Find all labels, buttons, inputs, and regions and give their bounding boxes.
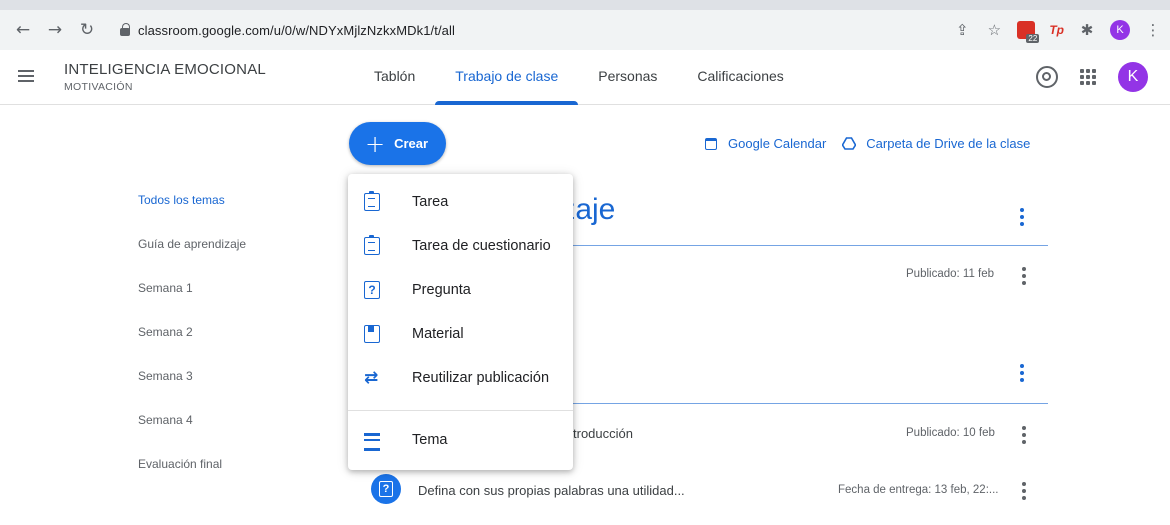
tp-extension-icon[interactable]: Tp xyxy=(1049,23,1064,37)
item-1-more-icon[interactable] xyxy=(1022,267,1026,285)
menu-item-pregunta[interactable]: ? Pregunta xyxy=(348,268,573,312)
omnibox[interactable]: classroom.google.com/u/0/w/NDYxMjlzNzkxM… xyxy=(112,15,1012,45)
menu-divider xyxy=(348,410,573,411)
menu-item-label: Pregunta xyxy=(412,282,471,298)
item-3-due: Fecha de entrega: 13 feb, 22:... xyxy=(838,484,999,496)
topic-evaluacion-final[interactable]: Evaluación final xyxy=(138,457,246,501)
menu-item-tema[interactable]: Tema xyxy=(348,418,573,462)
extension-badge: 22 xyxy=(1026,34,1040,43)
hamburger-menu-icon[interactable] xyxy=(18,70,34,82)
tab-personas[interactable]: Personas xyxy=(578,50,677,105)
topic-semana-4[interactable]: Semana 4 xyxy=(138,413,246,457)
item-2-date: Publicado: 10 feb xyxy=(906,427,995,439)
question-icon: ? xyxy=(364,281,380,299)
header-actions: K xyxy=(1036,62,1148,92)
back-icon[interactable]: ← xyxy=(10,17,36,43)
menu-item-label: Tarea de cuestionario xyxy=(412,238,551,254)
reload-icon[interactable]: ↻ xyxy=(74,17,100,43)
browser-toolbar-right: ⇪ ☆ 22 Tp ✱ K ⋮ xyxy=(953,10,1170,50)
menu-item-label: Tema xyxy=(412,432,448,448)
topic-guia[interactable]: Guía de aprendizaje xyxy=(138,237,246,281)
assignment-icon xyxy=(364,191,380,211)
browser-menu-icon[interactable]: ⋮ xyxy=(1144,21,1162,39)
bookmark-star-icon[interactable]: ☆ xyxy=(985,21,1003,39)
create-menu: Tarea Tarea de cuestionario ? Pregunta M… xyxy=(348,174,573,470)
item-1-date: Publicado: 11 feb xyxy=(906,268,995,280)
create-button[interactable]: + Crear xyxy=(349,122,446,165)
reuse-icon: ⇄ xyxy=(364,368,379,388)
section-2-more-icon[interactable] xyxy=(1020,364,1024,382)
item-3-more-icon[interactable] xyxy=(1022,482,1026,500)
calendar-icon xyxy=(705,137,717,150)
extensions-puzzle-icon[interactable]: ✱ xyxy=(1078,21,1096,39)
quiz-assignment-icon xyxy=(364,235,380,255)
classroom-header: INTELIGENCIA EMOCIONAL MOTIVACIÓN Tablón… xyxy=(0,50,1170,105)
item-2-more-icon[interactable] xyxy=(1022,426,1026,444)
lock-icon xyxy=(120,23,130,36)
calendar-extension-icon[interactable]: 22 xyxy=(1017,21,1040,43)
topic-all[interactable]: Todos los temas xyxy=(138,193,246,237)
menu-item-label: Reutilizar publicación xyxy=(412,370,550,386)
drive-icon xyxy=(842,137,857,150)
tab-calificaciones[interactable]: Calificaciones xyxy=(677,50,803,105)
tab-trabajo-de-clase[interactable]: Trabajo de clase xyxy=(435,50,579,105)
class-title[interactable]: INTELIGENCIA EMOCIONAL xyxy=(64,61,266,78)
tab-tablon[interactable]: Tablón xyxy=(354,50,435,105)
menu-item-reutilizar[interactable]: ⇄ Reutilizar publicación xyxy=(348,356,573,400)
topic-semana-3[interactable]: Semana 3 xyxy=(138,369,246,413)
topic-semana-1[interactable]: Semana 1 xyxy=(138,281,246,325)
address-bar-row: ← → ↻ classroom.google.com/u/0/w/NDYxMjl… xyxy=(0,10,1170,50)
question-icon: ? xyxy=(371,474,401,504)
section-2-divider xyxy=(573,403,1048,404)
class-links: Google Calendar Carpeta de Drive de la c… xyxy=(705,136,1030,151)
apps-grid-icon[interactable] xyxy=(1080,69,1096,85)
share-icon[interactable]: ⇪ xyxy=(953,21,971,39)
user-avatar[interactable]: K xyxy=(1118,62,1148,92)
topic-list: Todos los temas Guía de aprendizaje Sema… xyxy=(138,193,246,501)
topic-icon xyxy=(364,433,380,451)
material-icon xyxy=(364,325,380,343)
section-more-icon[interactable] xyxy=(1020,208,1024,226)
create-button-label: Crear xyxy=(394,136,429,151)
class-tabs: Tablón Trabajo de clase Personas Calific… xyxy=(354,50,804,105)
menu-item-tarea-cuestionario[interactable]: Tarea de cuestionario xyxy=(348,224,573,268)
menu-item-label: Tarea xyxy=(412,194,449,210)
menu-item-material[interactable]: Material xyxy=(348,312,573,356)
menu-item-label: Material xyxy=(412,326,464,342)
menu-item-tarea[interactable]: Tarea xyxy=(348,180,573,224)
class-section: MOTIVACIÓN xyxy=(64,81,133,93)
google-calendar-link[interactable]: Google Calendar xyxy=(728,136,826,151)
plus-icon: + xyxy=(365,129,386,158)
url-text[interactable]: classroom.google.com/u/0/w/NDYxMjlzNzkxM… xyxy=(138,23,455,38)
item-2-title[interactable]: troducción xyxy=(573,426,633,441)
browser-chrome: ← → ↻ classroom.google.com/u/0/w/NDYxMjl… xyxy=(0,0,1170,56)
settings-gear-icon[interactable] xyxy=(1036,66,1058,88)
forward-icon[interactable]: → xyxy=(42,17,68,43)
browser-profile-avatar[interactable]: K xyxy=(1110,20,1130,40)
drive-folder-link[interactable]: Carpeta de Drive de la clase xyxy=(866,136,1030,151)
item-3-title[interactable]: Defina con sus propias palabras una util… xyxy=(418,483,685,498)
section-divider xyxy=(573,245,1048,246)
topic-semana-2[interactable]: Semana 2 xyxy=(138,325,246,369)
